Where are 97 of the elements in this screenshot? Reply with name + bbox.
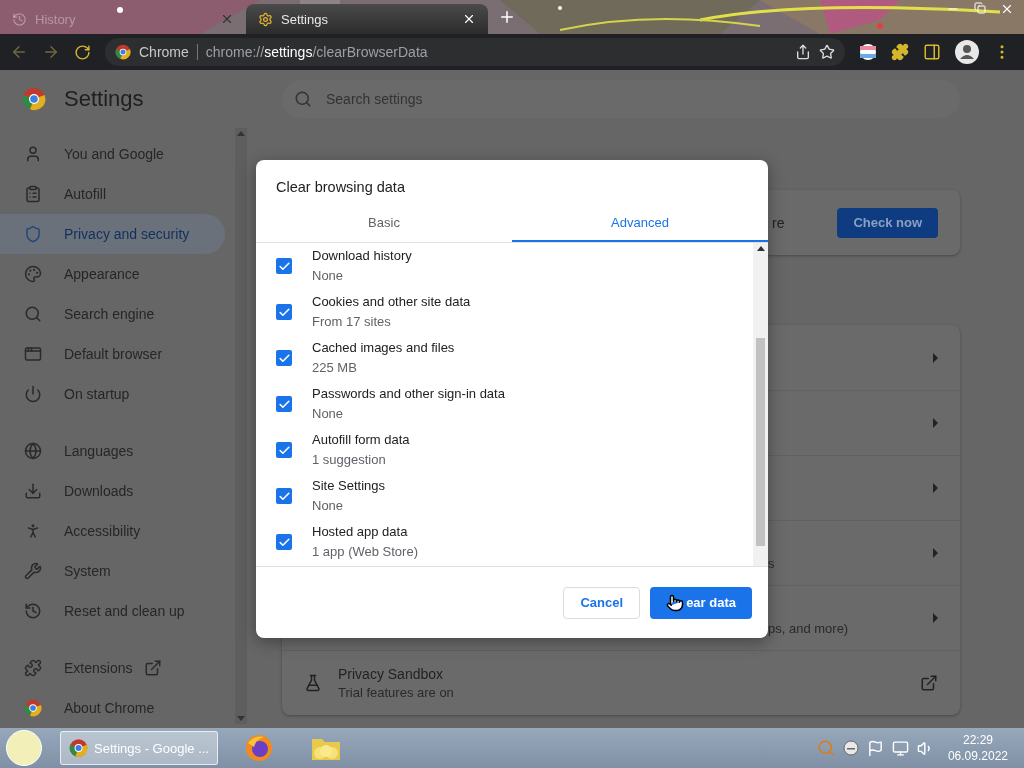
sidebar-scrollbar[interactable]: [235, 128, 247, 724]
dialog-title: Clear browsing data: [275, 178, 406, 196]
restore-icon[interactable]: [974, 2, 986, 14]
item-label: Site Settings: [312, 477, 385, 495]
search-icon: [24, 305, 42, 323]
item-detail: 225 MB: [312, 359, 358, 377]
sidebar-item[interactable]: Autofill: [0, 174, 225, 214]
item-detail: None: [312, 405, 345, 423]
share-icon[interactable]: [795, 44, 811, 60]
check-now-button[interactable]: Check now: [837, 207, 938, 238]
caret-right-icon[interactable]: [933, 483, 938, 493]
item-label: Hosted app data: [312, 523, 409, 541]
puzzle-icon: [24, 659, 42, 677]
globe-icon: [24, 442, 42, 460]
sidebar-item[interactable]: Reset and clean up: [0, 591, 225, 631]
clock-icon: [24, 602, 42, 620]
palette-icon: [24, 265, 42, 283]
sidebar-item[interactable]: About Chrome: [0, 688, 225, 728]
caret-right-icon[interactable]: [933, 418, 938, 428]
clock-icon: [12, 11, 27, 27]
item-detail: None: [312, 497, 345, 515]
start-button[interactable]: [6, 730, 42, 766]
clock[interactable]: 22:29 06.09.2022: [941, 732, 1018, 764]
item-label: Passwords and other sign-in data: [312, 385, 505, 403]
sidebar-item[interactable]: Languages: [0, 431, 225, 471]
new-tab-icon[interactable]: [498, 8, 516, 26]
taskbar-task[interactable]: Settings - Google ...: [60, 731, 218, 765]
side-panel-icon[interactable]: [923, 43, 941, 61]
sidebar-item[interactable]: System: [0, 551, 225, 591]
wrench-icon: [24, 562, 42, 580]
sidebar-item[interactable]: On startup: [0, 374, 225, 414]
cancel-button[interactable]: Cancel: [563, 586, 641, 619]
star-icon[interactable]: [819, 44, 835, 60]
network-icon[interactable]: [891, 739, 909, 757]
row-text: re: [772, 214, 785, 231]
flask-icon: [304, 674, 322, 692]
row-subtitle: s: [768, 555, 775, 571]
gear-icon: [258, 11, 273, 27]
page-title: Settings: [64, 86, 144, 112]
external-link-icon[interactable]: [920, 674, 938, 692]
row-subtitle: ps, and more): [768, 620, 849, 636]
caret-right-icon[interactable]: [933, 613, 938, 623]
checkbox[interactable]: [276, 304, 292, 320]
checkbox[interactable]: [276, 258, 292, 274]
sidebar-item[interactable]: Search engine: [0, 294, 225, 334]
checkbox[interactable]: [276, 396, 292, 412]
checkbox[interactable]: [276, 488, 292, 504]
item-detail: 1 suggestion: [312, 451, 387, 469]
item-detail: None: [312, 267, 345, 285]
caret-right-icon[interactable]: [933, 548, 938, 558]
circle-logo-icon: [22, 87, 46, 111]
forward-icon[interactable]: [42, 43, 60, 61]
sidebar-item[interactable]: Privacy and security: [0, 214, 225, 254]
dialog-tab[interactable]: Advanced: [512, 204, 768, 242]
search-icon: [294, 90, 312, 108]
address-bar[interactable]: Chrome chrome://settings/clearBrowserData: [105, 38, 845, 66]
url-text: chrome://settings/clearBrowserData: [205, 44, 429, 60]
row-subtitle: Trial features are on: [338, 685, 454, 700]
close-icon[interactable]: [462, 12, 476, 26]
shield-icon: [24, 225, 42, 243]
circle-logo-icon: [24, 699, 42, 717]
power-icon: [24, 385, 42, 403]
clear-data-button[interactable]: ear data: [650, 586, 752, 619]
dialog-scrollbar[interactable]: [753, 243, 768, 566]
clipboard-icon: [24, 185, 42, 203]
sidebar-item[interactable]: Default browser: [0, 334, 225, 374]
site-label: Chrome: [139, 44, 189, 60]
item-detail: From 17 sites: [312, 313, 392, 331]
browser-window-icon: [24, 345, 42, 363]
browser-tab[interactable]: Settings: [246, 4, 488, 34]
dialog-tab[interactable]: Basic: [256, 204, 512, 242]
item-label: Autofill form data: [312, 431, 410, 449]
sidebar-item[interactable]: Appearance: [0, 254, 225, 294]
pointer-cursor-icon: [666, 593, 685, 612]
avatar-icon[interactable]: [955, 40, 979, 64]
checkbox[interactable]: [276, 534, 292, 550]
item-label: Download history: [312, 247, 412, 265]
browser-icon[interactable]: [244, 733, 274, 763]
sidebar-item[interactable]: Accessibility: [0, 511, 225, 551]
puzzle-icon[interactable]: [891, 43, 909, 61]
download-icon: [24, 482, 42, 500]
row-title: Privacy Sandbox: [338, 666, 445, 682]
checkbox[interactable]: [276, 350, 292, 366]
flag-icon[interactable]: [866, 739, 884, 757]
caret-right-icon[interactable]: [933, 352, 938, 363]
sidebar-item[interactable]: Downloads: [0, 471, 225, 511]
reload-icon[interactable]: [74, 43, 91, 61]
item-label: Cached images and files: [312, 339, 455, 357]
sidebar-item[interactable]: You and Google: [0, 134, 225, 174]
sidebar-item[interactable]: Extensions: [0, 648, 225, 688]
site-icon: [115, 44, 131, 60]
checkbox[interactable]: [276, 442, 292, 458]
item-label: Cookies and other site data: [312, 293, 471, 311]
person-icon: [24, 145, 42, 163]
back-icon[interactable]: [10, 43, 28, 61]
item-detail: 1 app (Web Store): [312, 543, 418, 561]
striped-circle-icon[interactable]: [859, 43, 877, 61]
